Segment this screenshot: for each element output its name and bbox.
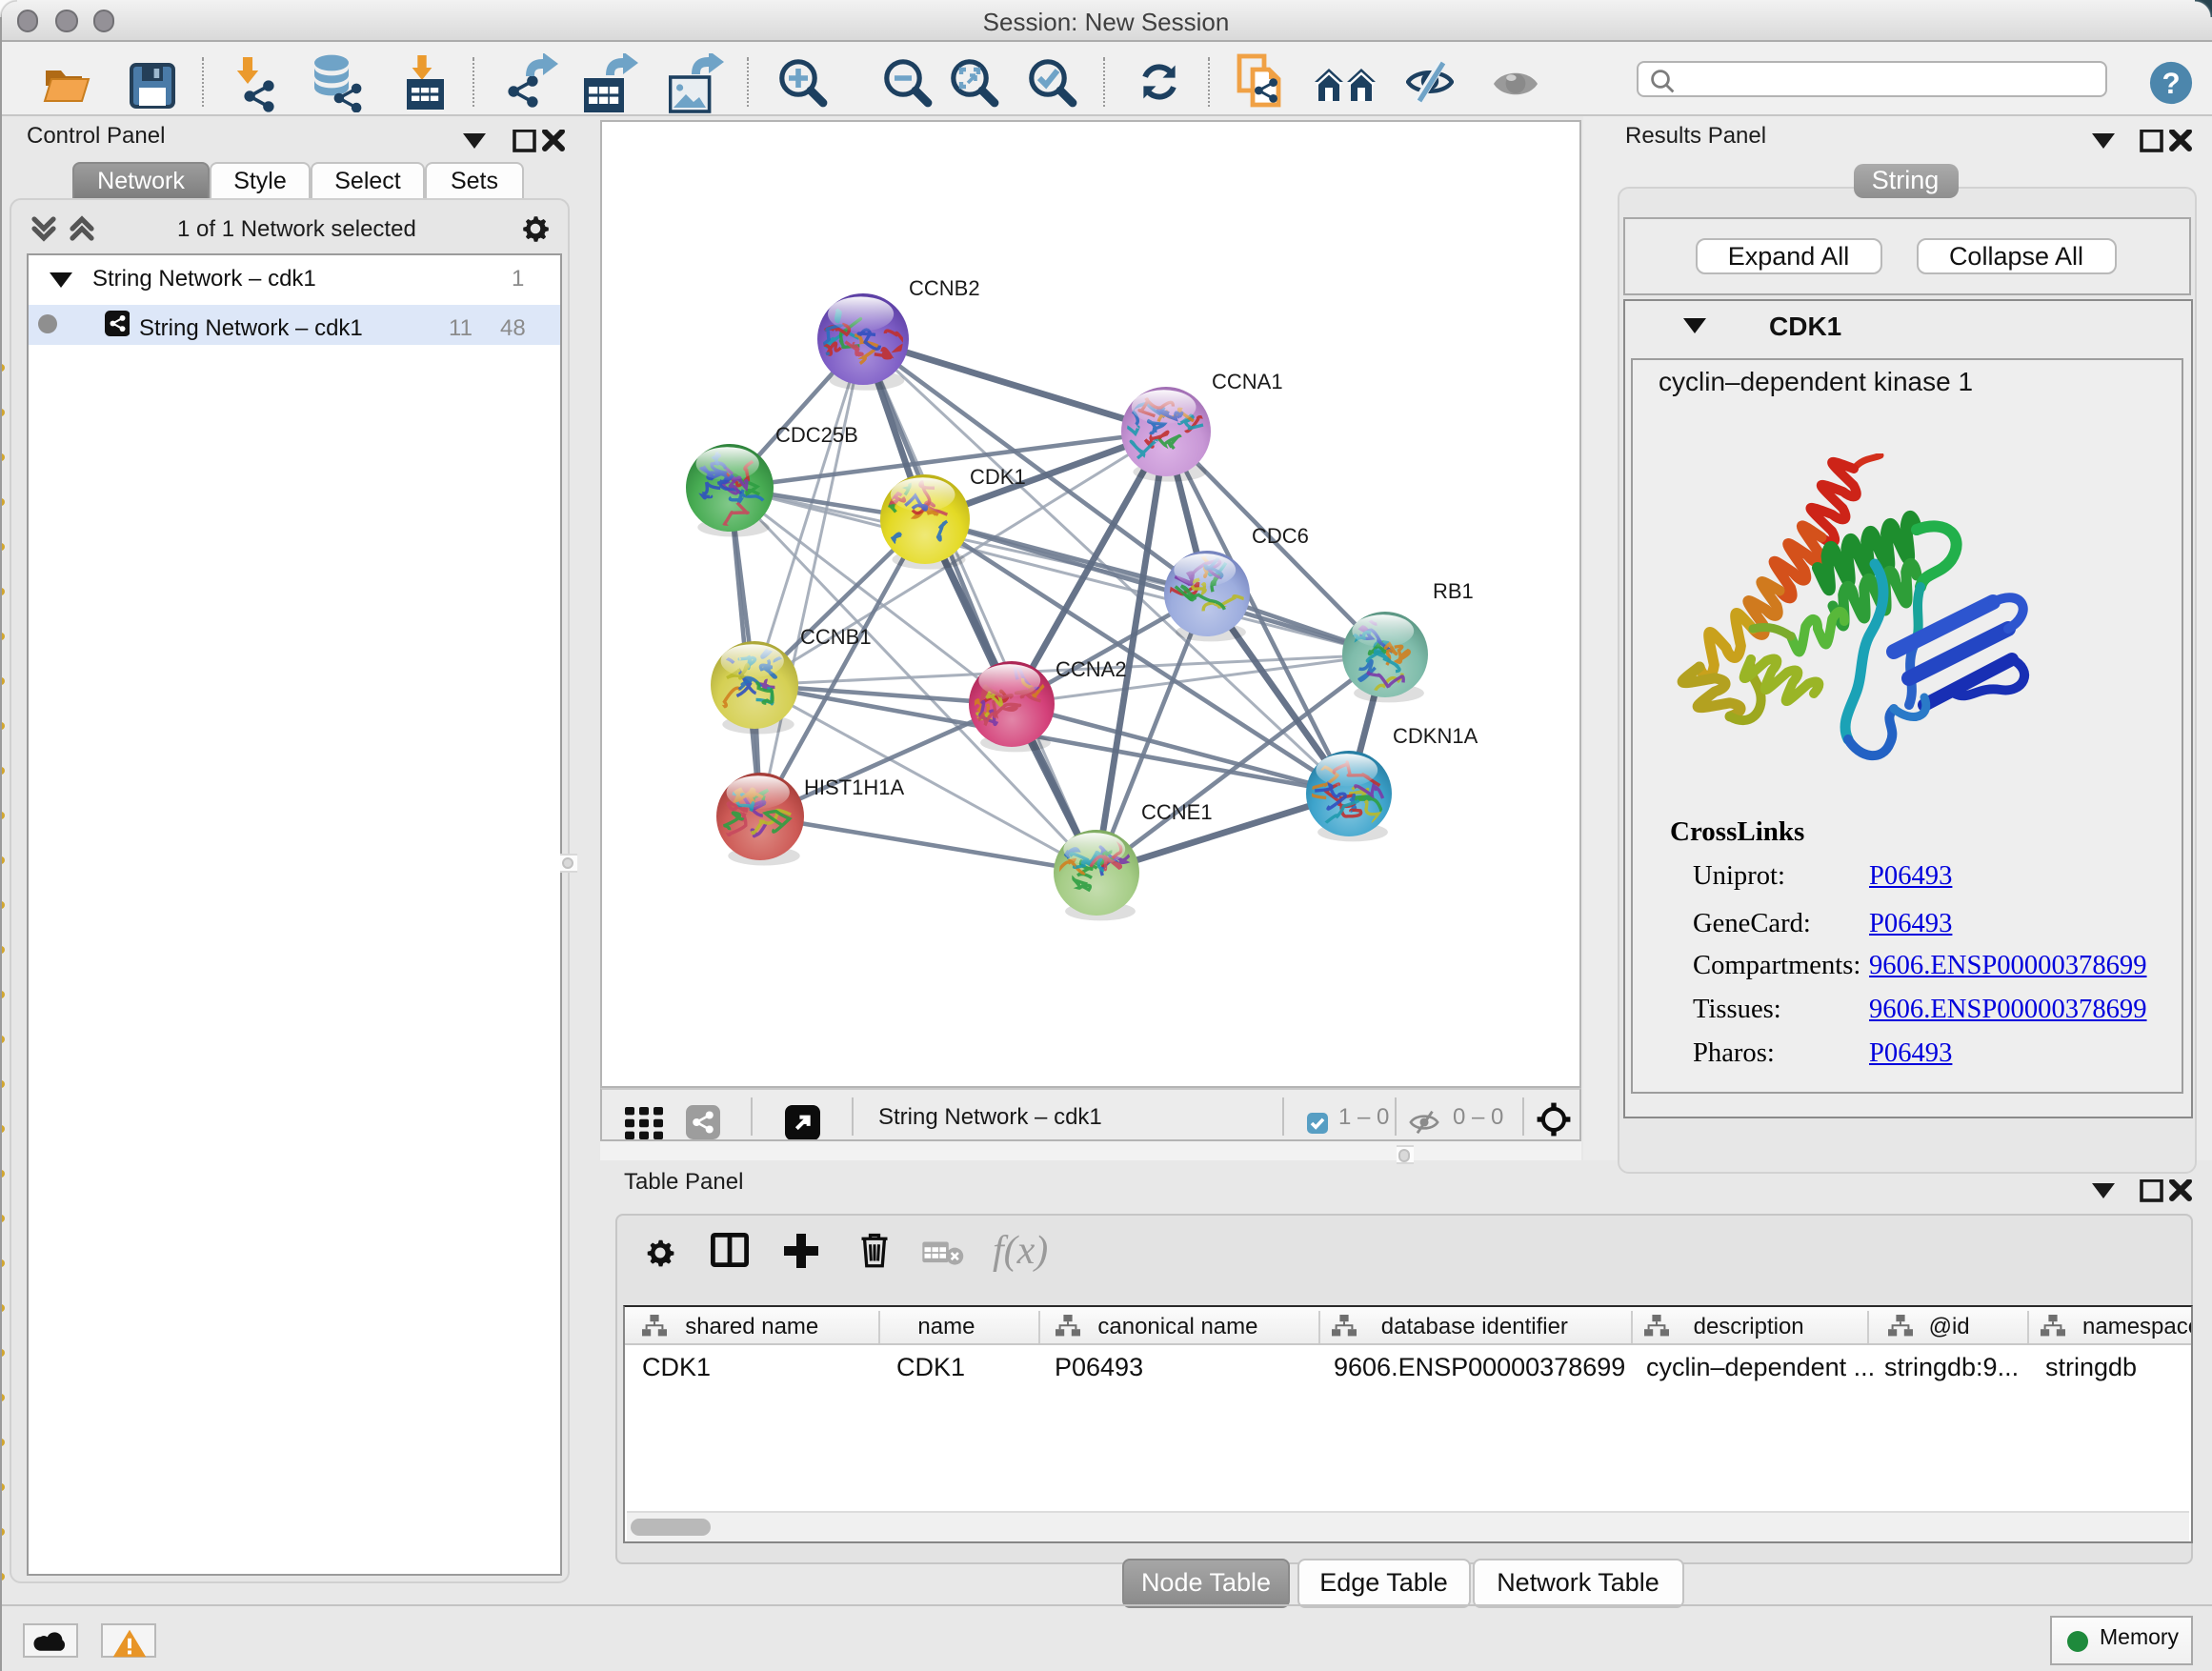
svg-text:RB1: RB1 [1432,578,1473,602]
svg-text:CCNB1: CCNB1 [799,624,871,648]
svg-text:CCNA1: CCNA1 [1211,369,1282,393]
svg-text:CCNE1: CCNE1 [1140,799,1212,823]
svg-text:CDKN1A: CDKN1A [1392,723,1478,747]
svg-text:CDC25B: CDC25B [774,422,857,446]
svg-text:CDK1: CDK1 [969,464,1025,488]
svg-text:CCNA2: CCNA2 [1055,656,1126,680]
svg-text:HIST1H1A: HIST1H1A [803,775,903,798]
svg-text:?: ? [2161,66,2179,99]
svg-text:CDC6: CDC6 [1251,523,1308,547]
svg-text:CCNB2: CCNB2 [908,275,979,299]
